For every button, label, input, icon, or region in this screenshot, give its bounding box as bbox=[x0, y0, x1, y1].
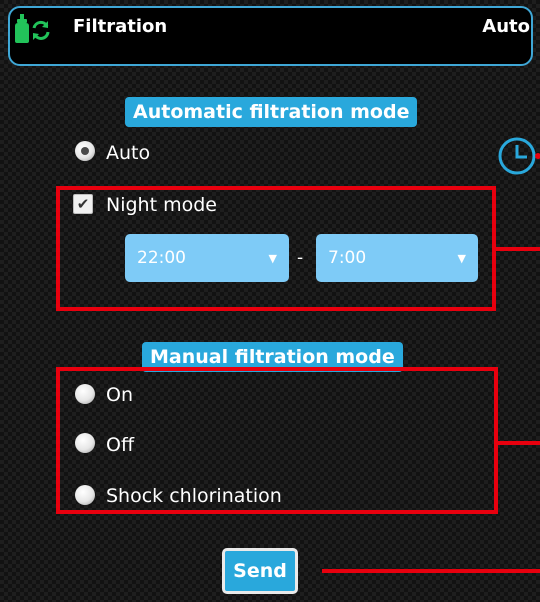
automatic-mode-section-label: Automatic filtration mode bbox=[125, 97, 418, 127]
night-mode-checkbox[interactable]: ✔ bbox=[73, 194, 93, 214]
shock-chlorination-radio-label[interactable]: Shock chlorination bbox=[106, 485, 282, 507]
header-mode-status: Auto bbox=[482, 16, 530, 37]
on-radio[interactable] bbox=[75, 384, 95, 404]
time-range-separator: - bbox=[297, 248, 304, 268]
chevron-down-icon: ▼ bbox=[268, 251, 277, 265]
header-title: Filtration bbox=[73, 16, 168, 37]
send-annotation-line bbox=[322, 569, 540, 573]
manual-mode-annotation-line bbox=[498, 441, 540, 445]
start-time-value: 22:00 bbox=[137, 248, 186, 268]
night-mode-label[interactable]: Night mode bbox=[106, 194, 217, 216]
send-button[interactable]: Send bbox=[222, 548, 298, 594]
end-time-value: 7:00 bbox=[328, 248, 367, 268]
chevron-down-icon: ▼ bbox=[457, 251, 466, 265]
off-radio[interactable] bbox=[75, 433, 95, 453]
filtration-pump-icon bbox=[15, 14, 50, 43]
night-mode-annotation-line bbox=[496, 247, 540, 251]
auto-radio-label[interactable]: Auto bbox=[106, 142, 150, 164]
off-radio-label[interactable]: Off bbox=[106, 434, 134, 456]
on-radio-label[interactable]: On bbox=[106, 384, 133, 406]
clock-icon[interactable] bbox=[497, 136, 540, 176]
start-time-select[interactable]: 22:00 ▼ bbox=[125, 234, 289, 282]
auto-radio[interactable] bbox=[75, 141, 95, 161]
end-time-select[interactable]: 7:00 ▼ bbox=[316, 234, 478, 282]
shock-chlorination-radio[interactable] bbox=[75, 485, 95, 505]
